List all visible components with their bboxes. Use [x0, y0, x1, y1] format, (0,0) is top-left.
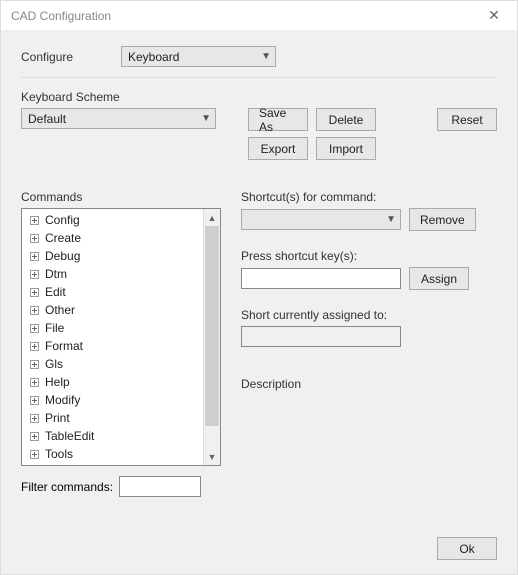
press-label: Press shortcut key(s): — [241, 249, 497, 263]
expand-icon[interactable] — [30, 288, 39, 297]
tree-item[interactable]: Debug — [22, 247, 203, 265]
dialog-window: CAD Configuration ✕ Configure Keyboard ▼… — [0, 0, 518, 575]
tree-item-label: Tools — [45, 447, 73, 461]
delete-button[interactable]: Delete — [316, 108, 376, 131]
expand-icon[interactable] — [30, 360, 39, 369]
expand-icon[interactable] — [30, 234, 39, 243]
scheme-value: Default — [28, 112, 66, 126]
tree-item-label: Print — [45, 411, 70, 425]
ok-button[interactable]: Ok — [437, 537, 497, 560]
export-button[interactable]: Export — [248, 137, 308, 160]
scheme-label: Keyboard Scheme — [21, 90, 497, 104]
expand-icon[interactable] — [30, 252, 39, 261]
reset-button[interactable]: Reset — [437, 108, 497, 131]
tree-item-label: TableEdit — [45, 429, 94, 443]
commands-label: Commands — [21, 190, 221, 204]
divider — [21, 77, 497, 78]
chevron-down-icon: ▼ — [201, 113, 211, 124]
tree-item[interactable]: TableEdit — [22, 427, 203, 445]
configure-select[interactable]: Keyboard ▼ — [121, 46, 276, 67]
window-title: CAD Configuration — [11, 9, 111, 23]
tree-item[interactable]: Help — [22, 373, 203, 391]
tree-item[interactable]: Dtm — [22, 265, 203, 283]
remove-button[interactable]: Remove — [409, 208, 476, 231]
tree-item-label: Gls — [45, 357, 63, 371]
filter-input[interactable] — [119, 476, 201, 497]
expand-icon[interactable] — [30, 216, 39, 225]
filter-label: Filter commands: — [21, 480, 113, 494]
tree-item[interactable]: Print — [22, 409, 203, 427]
close-icon[interactable]: ✕ — [479, 7, 509, 24]
tree-item[interactable]: File — [22, 319, 203, 337]
scheme-row: Default ▼ Save As Delete Export Import R… — [21, 108, 497, 160]
tree-item-label: Edit — [45, 285, 66, 299]
description-label: Description — [241, 377, 497, 391]
dialog-content: Configure Keyboard ▼ Keyboard Scheme Def… — [1, 31, 517, 574]
scroll-track[interactable] — [204, 226, 220, 448]
tree-item[interactable]: Format — [22, 337, 203, 355]
tree-item[interactable]: Other — [22, 301, 203, 319]
scheme-select[interactable]: Default ▼ — [21, 108, 216, 129]
assign-button[interactable]: Assign — [409, 267, 469, 290]
expand-icon[interactable] — [30, 306, 39, 315]
titlebar: CAD Configuration ✕ — [1, 1, 517, 31]
expand-icon[interactable] — [30, 270, 39, 279]
assigned-display — [241, 326, 401, 347]
tree-item-label: Other — [45, 303, 75, 317]
expand-icon[interactable] — [30, 324, 39, 333]
shortcuts-label: Shortcut(s) for command: — [241, 190, 497, 204]
assigned-label: Short currently assigned to: — [241, 308, 497, 322]
expand-icon[interactable] — [30, 432, 39, 441]
tree-item-label: Create — [45, 231, 81, 245]
filter-row: Filter commands: — [21, 476, 221, 497]
tree-item[interactable]: Modify — [22, 391, 203, 409]
tree-item-label: Debug — [45, 249, 80, 263]
tree-item[interactable]: Create — [22, 229, 203, 247]
press-shortcut-input[interactable] — [241, 268, 401, 289]
scroll-thumb[interactable] — [205, 226, 219, 426]
expand-icon[interactable] — [30, 396, 39, 405]
tree-item-label: Format — [45, 339, 83, 353]
scroll-down-icon[interactable]: ▼ — [204, 448, 220, 465]
tree-item-label: Help — [45, 375, 70, 389]
tree-item[interactable]: Edit — [22, 283, 203, 301]
save-as-button[interactable]: Save As — [248, 108, 308, 131]
commands-tree[interactable]: Config Create Debug Dtm Edit Other File Format G… — [21, 208, 221, 466]
configure-row: Configure Keyboard ▼ — [21, 46, 497, 67]
scroll-up-icon[interactable]: ▲ — [204, 209, 220, 226]
scheme-buttons: Save As Delete Export Import — [248, 108, 376, 160]
expand-icon[interactable] — [30, 378, 39, 387]
tree-item[interactable]: Tools — [22, 445, 203, 463]
shortcut-column: Shortcut(s) for command: ▼ Remove Press … — [241, 190, 497, 497]
expand-icon[interactable] — [30, 414, 39, 423]
tree-item-label: Modify — [45, 393, 80, 407]
lower-area: Commands Config Create Debug Dtm Edit Other Fi… — [21, 190, 497, 497]
dialog-footer: Ok — [437, 537, 497, 560]
import-button[interactable]: Import — [316, 137, 376, 160]
tree-item-label: Config — [45, 213, 80, 227]
chevron-down-icon: ▼ — [386, 214, 396, 225]
configure-value: Keyboard — [128, 50, 179, 64]
expand-icon[interactable] — [30, 342, 39, 351]
expand-icon[interactable] — [30, 450, 39, 459]
configure-label: Configure — [21, 50, 111, 64]
commands-column: Commands Config Create Debug Dtm Edit Other Fi… — [21, 190, 221, 497]
tree-item-label: Dtm — [45, 267, 67, 281]
tree-item[interactable]: Gls — [22, 355, 203, 373]
commands-tree-inner: Config Create Debug Dtm Edit Other File Format G… — [22, 209, 203, 465]
scrollbar[interactable]: ▲ ▼ — [203, 209, 220, 465]
chevron-down-icon: ▼ — [261, 51, 271, 62]
tree-item-label: File — [45, 321, 64, 335]
shortcuts-select[interactable]: ▼ — [241, 209, 401, 230]
tree-item[interactable]: Config — [22, 211, 203, 229]
